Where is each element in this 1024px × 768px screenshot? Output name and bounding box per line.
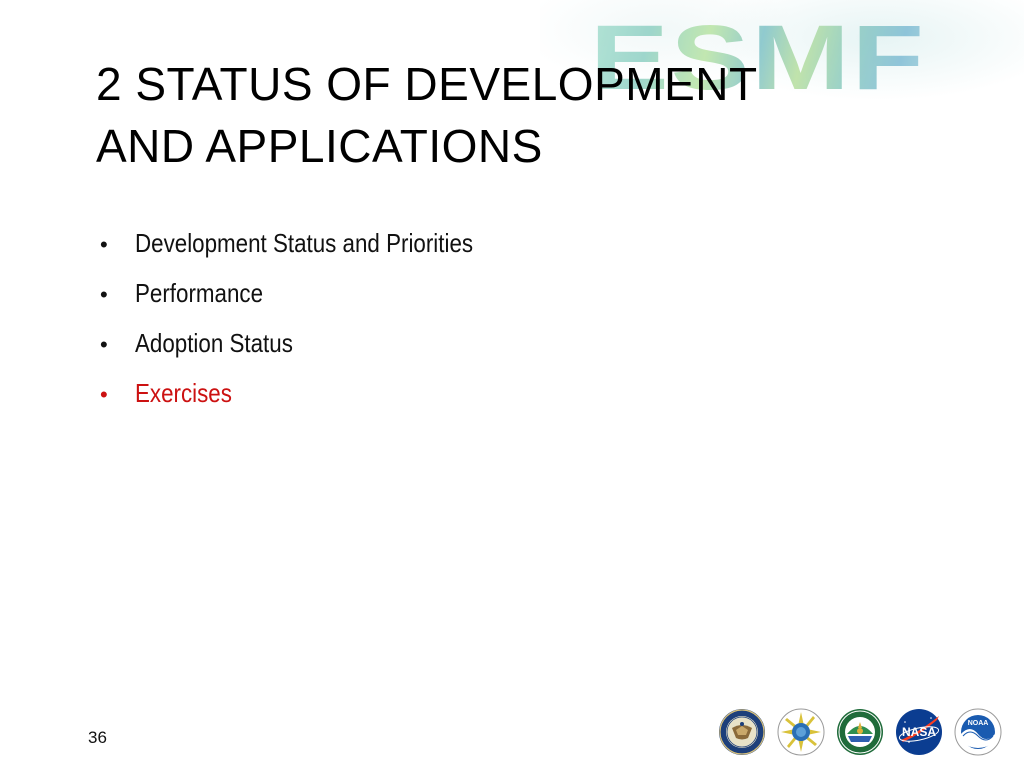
bullet-marker: • xyxy=(100,232,108,257)
agency-seals: NASA NOAA xyxy=(718,708,1008,756)
bullet-text: Adoption Status xyxy=(135,328,293,358)
slide-title: 2 STATUS OF DEVELOPMENT AND APPLICATIONS xyxy=(96,53,976,177)
department-of-defense-seal-icon xyxy=(718,708,766,756)
bullet-text: Development Status and Priorities xyxy=(135,228,474,258)
slide-title-line-2: AND APPLICATIONS xyxy=(96,120,543,172)
slide: ESMF 2 STATUS OF DEVELOPMENT AND APPLICA… xyxy=(0,0,1024,768)
slide-title-line-1: 2 STATUS OF DEVELOPMENT xyxy=(96,58,758,110)
bullet-marker: • xyxy=(100,282,108,307)
noaa-logo-icon: NOAA xyxy=(954,708,1002,756)
national-science-foundation-seal-icon xyxy=(777,708,825,756)
bullet-item: • Performance xyxy=(96,278,528,328)
bullet-item: • Adoption Status xyxy=(96,328,528,378)
bullet-item: • Development Status and Priorities xyxy=(96,228,528,278)
bullet-marker: • xyxy=(100,382,108,407)
department-of-energy-seal-icon xyxy=(836,708,884,756)
bullet-text: Performance xyxy=(135,278,264,308)
bullet-marker: • xyxy=(100,332,108,357)
nasa-logo-icon: NASA xyxy=(895,708,943,756)
noaa-logo-text: NOAA xyxy=(968,720,989,727)
nasa-logo-text: NASA xyxy=(902,725,936,739)
bullet-item-active: • Exercises xyxy=(96,378,528,428)
bullet-list: • Development Status and Priorities • Pe… xyxy=(96,228,528,428)
bullet-text: Exercises xyxy=(135,378,232,408)
page-number: 36 xyxy=(88,728,107,747)
